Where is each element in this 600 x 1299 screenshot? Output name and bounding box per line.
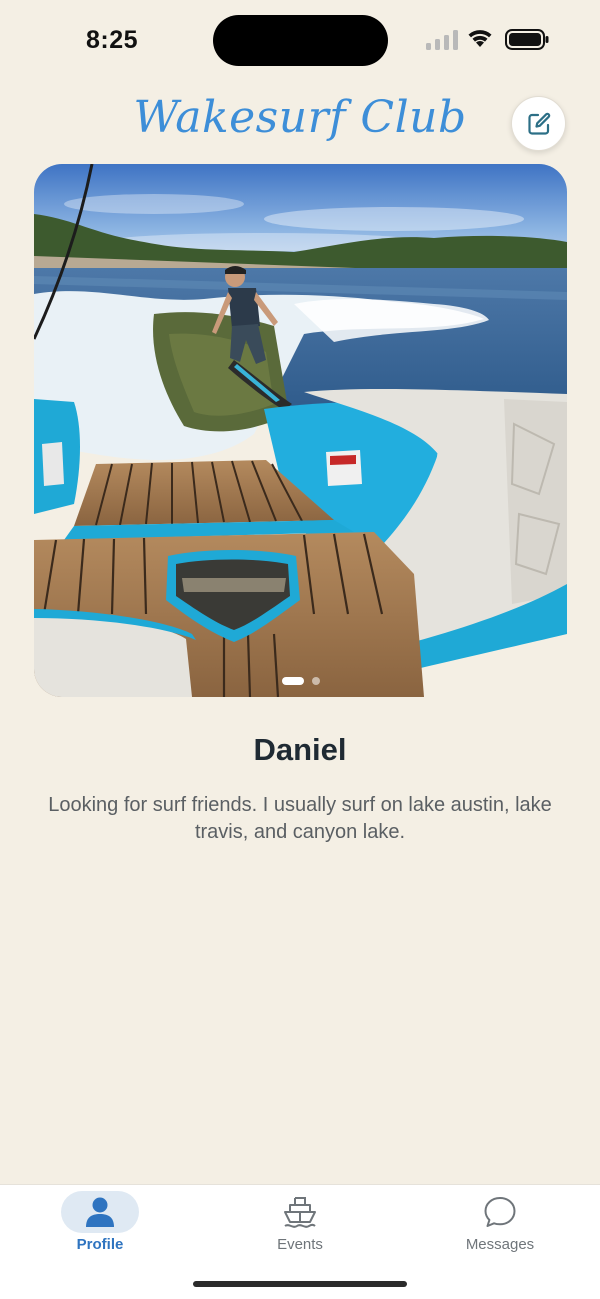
cellular-signal-icon bbox=[426, 30, 458, 50]
photo-carousel[interactable] bbox=[34, 164, 567, 697]
profile-bio: Looking for surf friends. I usually surf… bbox=[48, 794, 552, 843]
tab-label-profile: Profile bbox=[76, 1236, 124, 1253]
boat-icon bbox=[284, 1197, 316, 1228]
status-time: 8:25 bbox=[86, 26, 139, 54]
tab-events[interactable]: Events bbox=[230, 1185, 370, 1265]
app-title: Wakesurf Club bbox=[133, 92, 467, 143]
profile-name: Daniel bbox=[253, 732, 347, 767]
edit-square-icon bbox=[527, 112, 550, 135]
carousel-page-indicator[interactable] bbox=[34, 677, 567, 685]
battery-icon bbox=[505, 29, 549, 50]
chat-bubble-icon bbox=[484, 1197, 516, 1227]
page-dot-active[interactable] bbox=[281, 677, 304, 685]
tab-label-events: Events bbox=[277, 1236, 323, 1253]
page-dot[interactable] bbox=[311, 677, 320, 685]
status-bar: 8:25 bbox=[0, 0, 600, 80]
person-icon bbox=[86, 1197, 114, 1227]
wifi-icon bbox=[468, 30, 492, 47]
tab-profile[interactable]: Profile bbox=[30, 1185, 170, 1265]
profile-screen: 8:25 Wakesurf Club Daniel Looking for su… bbox=[0, 0, 600, 1299]
profile-photo bbox=[34, 164, 567, 697]
tab-messages[interactable]: Messages bbox=[430, 1185, 570, 1265]
dynamic-island bbox=[213, 15, 388, 66]
tab-label-messages: Messages bbox=[465, 1236, 535, 1253]
home-indicator[interactable] bbox=[193, 1281, 407, 1287]
edit-profile-button[interactable] bbox=[511, 96, 566, 151]
